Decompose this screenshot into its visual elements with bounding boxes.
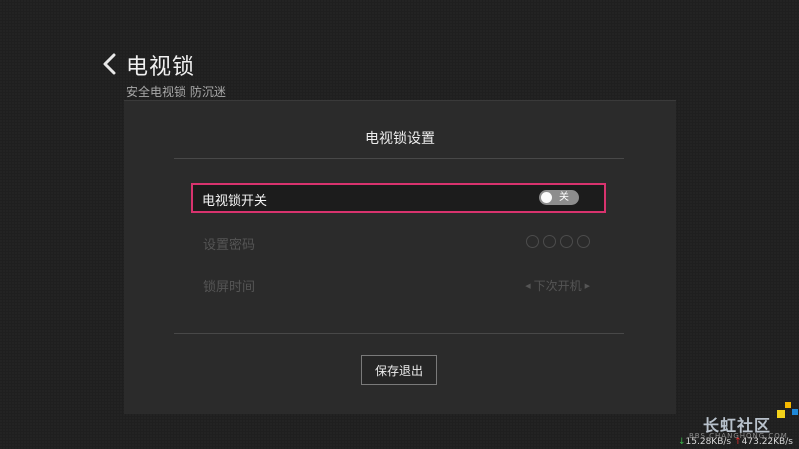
save-and-exit-button[interactable]: 保存退出	[361, 355, 437, 385]
caret-left-icon[interactable]: ◀	[525, 282, 530, 290]
toggle-state-text: 关	[559, 192, 569, 203]
page-subtitle: 安全电视锁 防沉迷	[126, 85, 226, 99]
network-speed-indicator: ↓15.28KB/s ↑473.22KB/s	[678, 437, 793, 447]
lock-screen-time-row[interactable]: 锁屏时间 ◀ 下次开机 ▶	[191, 269, 606, 299]
pin-dot-icon	[543, 235, 556, 248]
divider-bottom	[174, 333, 624, 334]
password-dots	[526, 235, 590, 248]
tv-lock-switch-label: 电视锁开关	[202, 194, 268, 209]
caret-right-icon[interactable]: ▶	[585, 282, 590, 290]
divider-top	[174, 158, 624, 159]
pin-dot-icon	[560, 235, 573, 248]
lock-screen-time-selector[interactable]: ◀ 下次开机 ▶	[525, 277, 590, 294]
tv-lock-settings-panel: 电视锁设置 电视锁开关 关 设置密码 锁屏时间 ◀ 下次开机 ▶ 保存退出	[124, 100, 676, 414]
lock-screen-time-label: 锁屏时间	[203, 280, 256, 295]
upload-speed: 473.22KB/s	[741, 437, 793, 447]
set-password-label: 设置密码	[203, 238, 256, 253]
tv-lock-switch-row[interactable]: 电视锁开关 关	[191, 183, 606, 213]
download-speed: 15.28KB/s	[685, 437, 732, 447]
pin-dot-icon	[577, 235, 590, 248]
logo-square-icon	[792, 409, 798, 415]
arrow-down-icon: ↓	[678, 437, 686, 447]
lock-screen-time-value: 下次开机	[533, 279, 582, 293]
toggle-knob-icon	[541, 192, 552, 203]
panel-title: 电视锁设置	[365, 131, 435, 147]
logo-square-icon	[785, 402, 791, 408]
page-title: 电视锁	[126, 55, 196, 80]
back-chevron-icon[interactable]	[100, 53, 118, 75]
logo-square-icon	[777, 410, 785, 418]
pin-dot-icon	[526, 235, 539, 248]
arrow-up-icon: ↑	[734, 437, 742, 447]
tv-lock-toggle[interactable]: 关	[539, 190, 579, 205]
set-password-row[interactable]: 设置密码	[191, 227, 606, 257]
